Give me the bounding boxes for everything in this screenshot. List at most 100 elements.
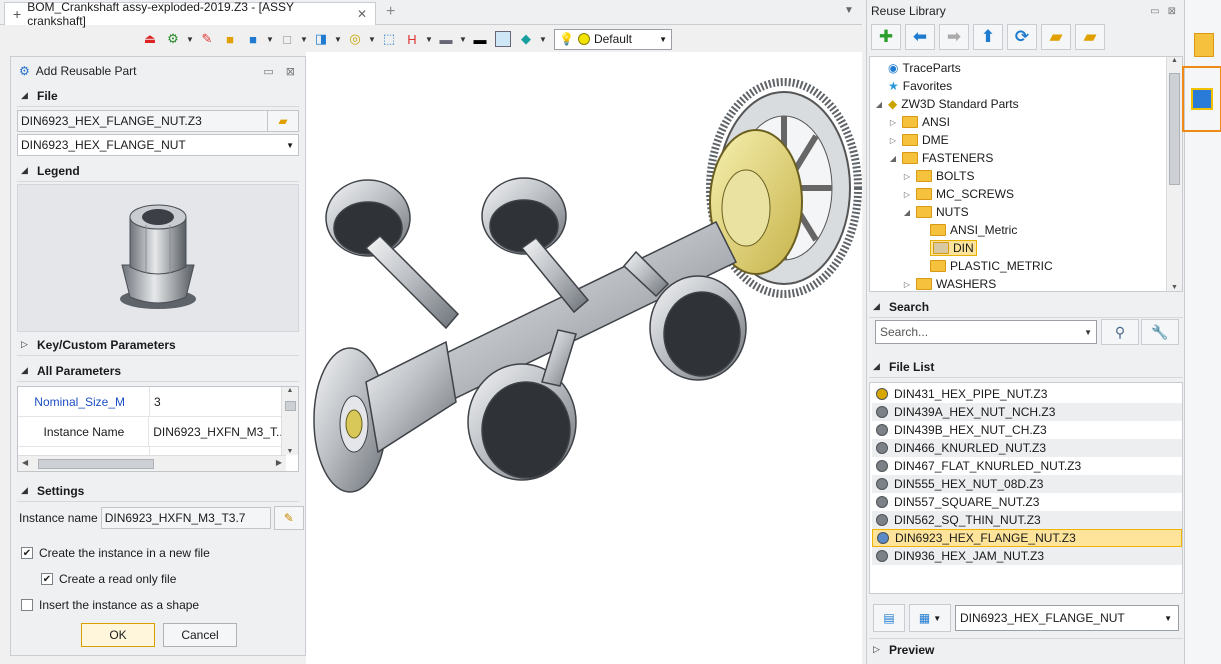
dropdown-arrow-icon[interactable]: ▼ (186, 35, 194, 44)
section-view-icon[interactable]: H (402, 29, 422, 49)
back-arrow-icon[interactable]: ⬅ (905, 24, 935, 50)
search-button[interactable]: ⚲ (1101, 319, 1139, 345)
dropdown-arrow-icon[interactable]: ▼ (334, 35, 342, 44)
chevron-down-icon[interactable]: ▼ (1084, 328, 1092, 337)
collapsed-triangle-icon[interactable]: ▷ (902, 190, 912, 199)
preview-toggle-icon[interactable]: ▤ (873, 604, 905, 632)
list-item[interactable]: DIN562_SQ_THIN_NUT.Z3 (872, 511, 1182, 529)
view-orientation-icon[interactable]: ◨ (311, 29, 331, 49)
wireframe-cube-icon[interactable]: □ (277, 29, 297, 49)
close-panel-icon[interactable]: ⊠ (1168, 6, 1176, 17)
dropdown-arrow-icon[interactable]: ▼ (266, 35, 274, 44)
close-panel-icon[interactable]: ⊠ (286, 65, 295, 78)
collapsed-triangle-icon[interactable]: ▷ (888, 136, 898, 145)
search-input[interactable]: Search... ▼ (875, 320, 1097, 344)
background-icon[interactable]: ▬ (436, 29, 456, 49)
tree-item-zw3d-standard-parts[interactable]: ◢ ◆ ZW3D Standard Parts (874, 95, 1019, 113)
search-section-header[interactable]: ◢ Search (869, 296, 1183, 318)
tree-item-dme[interactable]: ▷ DME (888, 131, 949, 149)
file-section-header[interactable]: ◢ File (17, 85, 299, 107)
settings-section-header[interactable]: ◢ Settings (17, 480, 299, 502)
tab-list-dropdown-icon[interactable]: ▼ (844, 5, 854, 16)
search-settings-button[interactable]: 🔧 (1141, 319, 1179, 345)
expanded-triangle-icon[interactable]: ◢ (902, 208, 912, 217)
tree-item-ansi[interactable]: ▷ ANSI (888, 113, 950, 131)
as-shape-checkbox[interactable]: Insert the instance as a shape (21, 594, 305, 616)
assembly-icon[interactable]: ⚙ (163, 29, 183, 49)
param-value[interactable]: 3 (150, 387, 161, 416)
color-swatch-icon[interactable] (493, 29, 513, 49)
cancel-button[interactable]: Cancel (163, 623, 237, 647)
list-item[interactable]: DIN466_KNURLED_NUT.Z3 (872, 439, 1182, 457)
collapsed-triangle-icon[interactable]: ▷ (888, 118, 898, 127)
table-row[interactable]: Nominal_Size_M 3 (18, 387, 286, 417)
list-item[interactable]: DIN557_SQUARE_NUT.Z3 (872, 493, 1182, 511)
vertical-scrollbar[interactable]: ▲ ▼ (281, 387, 298, 455)
style-combo[interactable]: 💡 Default ▼ (554, 28, 672, 50)
shaded-cube-icon[interactable]: ■ (220, 29, 240, 49)
material-icon[interactable]: ◆ (516, 29, 536, 49)
new-file-checkbox[interactable]: ✔ Create the instance in a new file (21, 542, 305, 564)
preview-section-header[interactable]: ▷ Preview (869, 638, 1183, 660)
dropdown-arrow-icon[interactable]: ▼ (368, 35, 376, 44)
line-style-icon[interactable]: ▬ (470, 29, 490, 49)
tree-item-din[interactable]: DIN (916, 239, 977, 257)
reuse-library-toggle[interactable] (1182, 66, 1221, 132)
list-item[interactable]: DIN467_FLAT_KNURLED_NUT.Z3 (872, 457, 1182, 475)
view-mode-icon[interactable]: ▦ ▼ (909, 604, 951, 632)
zoom-fit-icon[interactable]: ◎ (345, 29, 365, 49)
dropdown-arrow-icon[interactable]: ▼ (300, 35, 308, 44)
list-item[interactable]: DIN555_HEX_NUT_08D.Z3 (872, 475, 1182, 493)
key-params-section-header[interactable]: ▷ Key/Custom Parameters (17, 334, 299, 356)
tree-item-favorites[interactable]: ★ Favorites (874, 77, 952, 95)
read-only-checkbox[interactable]: ✔ Create a read only file (41, 568, 305, 590)
all-params-section-header[interactable]: ◢ All Parameters (17, 360, 299, 382)
tree-item-plastic-metric[interactable]: PLASTIC_METRIC (916, 257, 1053, 275)
collapsed-triangle-icon[interactable]: ▷ (902, 172, 912, 181)
tree-item-nuts[interactable]: ◢ NUTS (902, 203, 969, 221)
refresh-icon[interactable]: ⟳ (1007, 24, 1037, 50)
tree-item-mc-screws[interactable]: ▷ MC_SCREWS (902, 185, 1014, 203)
part-variant-select[interactable]: DIN6923_HEX_FLANGE_NUT ▼ (955, 605, 1179, 631)
browse-folder-icon[interactable]: ▰ (267, 110, 299, 132)
folder-settings-icon[interactable]: ▰ (1075, 24, 1105, 50)
scrollbar-thumb[interactable] (285, 401, 296, 411)
up-arrow-icon[interactable]: ⬆ (973, 24, 1003, 50)
open-folder-icon[interactable]: ▰ (1041, 24, 1071, 50)
document-tab[interactable]: + BOM_Crankshaft assy-exploded-2019.Z3 -… (4, 0, 376, 28)
table-row[interactable]: Instance Name DIN6923_HXFN_M3_T... (18, 417, 286, 447)
list-item[interactable]: DIN439B_HEX_NUT_CH.Z3 (872, 421, 1182, 439)
graphics-viewport[interactable] (306, 52, 862, 664)
dropdown-arrow-icon[interactable]: ▼ (539, 35, 547, 44)
tree-item-traceparts[interactable]: ◉ TraceParts (874, 59, 961, 77)
close-tab-icon[interactable]: ✕ (357, 7, 367, 21)
tree-item-bolts[interactable]: ▷ BOLTS (902, 167, 975, 185)
file-path-field[interactable]: DIN6923_HEX_FLANGE_NUT.Z3 (17, 110, 267, 132)
pin-icon[interactable]: ▭ (1150, 6, 1159, 17)
param-value[interactable]: DIN6923_HXFN_M3_T... (149, 417, 286, 446)
checkbox-unchecked-icon[interactable] (21, 599, 33, 611)
crankshaft-assembly-model[interactable] (306, 52, 862, 664)
add-icon[interactable]: ✚ (871, 24, 901, 50)
tree-item-ansi-metric[interactable]: ANSI_Metric (916, 221, 1017, 239)
list-item[interactable]: DIN936_HEX_JAM_NUT.Z3 (872, 547, 1182, 565)
dropdown-arrow-icon[interactable]: ▼ (425, 35, 433, 44)
scrollbar-thumb[interactable] (38, 459, 154, 469)
zoom-window-icon[interactable]: ⬚ (379, 29, 399, 49)
tree-item-washers[interactable]: ▷ WASHERS (902, 275, 996, 291)
list-item[interactable]: DIN439A_HEX_NUT_NCH.Z3 (872, 403, 1182, 421)
list-item[interactable]: DIN431_HEX_PIPE_NUT.Z3 (872, 385, 1182, 403)
eraser-icon[interactable]: ✎ (197, 29, 217, 49)
edit-pencil-icon[interactable]: ✎ (273, 506, 304, 530)
pin-icon[interactable]: ▭ (263, 65, 273, 78)
collapsed-triangle-icon[interactable]: ▷ (902, 280, 912, 289)
note-icon[interactable] (1189, 30, 1219, 60)
tree-item-fasteners[interactable]: ◢ FASTENERS (888, 149, 993, 167)
new-tab-button[interactable]: + (386, 3, 395, 21)
expanded-triangle-icon[interactable]: ◢ (888, 154, 898, 163)
instance-name-field[interactable]: DIN6923_HXFN_M3_T3.7 (100, 507, 271, 529)
checkbox-checked-icon[interactable]: ✔ (41, 573, 53, 585)
forward-arrow-icon[interactable]: ➡ (939, 24, 969, 50)
exit-icon[interactable]: ⏏ (140, 29, 160, 49)
expanded-triangle-icon[interactable]: ◢ (874, 100, 884, 109)
